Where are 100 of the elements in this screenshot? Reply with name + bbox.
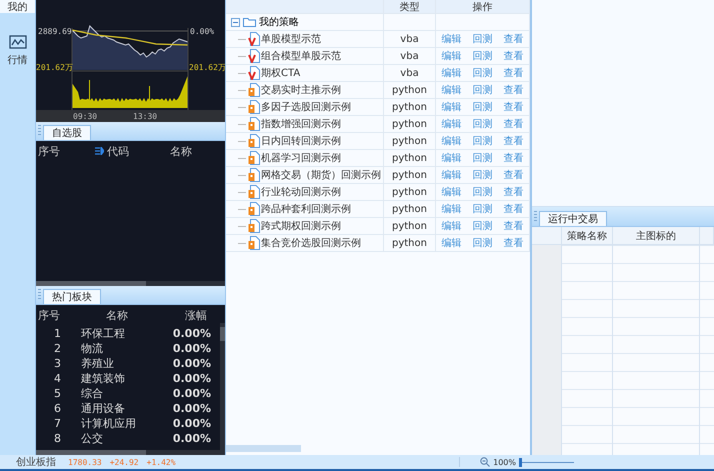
- strategy-type: python: [392, 170, 427, 180]
- action-link[interactable]: 回测: [472, 117, 492, 131]
- strategy-name[interactable]: 跨式期权回测示例: [261, 219, 341, 233]
- scrollbar[interactable]: [36, 450, 225, 455]
- action-link[interactable]: 查看: [504, 32, 524, 46]
- strategy-name[interactable]: 多因子选股回测示例: [261, 100, 351, 114]
- sort-icon[interactable]: [95, 145, 104, 158]
- index-change: +24.92: [110, 458, 139, 466]
- action-link[interactable]: 查看: [504, 219, 524, 233]
- strategy-name[interactable]: 网格交易（期货）回测示例: [261, 168, 381, 182]
- strategy-name[interactable]: 集合竞价选股回测示例: [261, 236, 361, 250]
- action-link[interactable]: 查看: [504, 202, 524, 216]
- action-link[interactable]: 查看: [504, 49, 524, 63]
- panel-tab[interactable]: 运行中交易: [539, 211, 607, 226]
- script-file-icon: [248, 236, 260, 250]
- strategy-name[interactable]: 日内回转回测示例: [261, 134, 341, 148]
- row-number: 7: [54, 417, 61, 430]
- script-file-icon: [248, 66, 260, 80]
- column-header[interactable]: 涨幅: [185, 309, 207, 322]
- sector-name: 公交: [80, 432, 103, 445]
- action-link[interactable]: 查看: [504, 117, 524, 131]
- nav-item[interactable]: 我的: [0, 0, 35, 13]
- action-link[interactable]: 编辑: [442, 83, 462, 97]
- column-header[interactable]: 序号: [38, 309, 60, 322]
- strategy-type: python: [392, 204, 427, 214]
- slider-thumb[interactable]: [519, 458, 522, 466]
- grip-icon[interactable]: [38, 125, 41, 137]
- column-header: 主图标的: [636, 230, 676, 242]
- strategy-name[interactable]: 交易实时主推示例: [261, 83, 341, 97]
- strategy-name[interactable]: 行业轮动回测示例: [261, 185, 341, 199]
- action-link[interactable]: 编辑: [442, 117, 462, 131]
- sector-name: 通用设备: [80, 402, 125, 415]
- action-link[interactable]: 查看: [504, 151, 524, 165]
- action-link[interactable]: 回测: [472, 83, 492, 97]
- action-link[interactable]: 回测: [472, 219, 492, 233]
- collapse-icon[interactable]: [231, 18, 240, 26]
- action-link[interactable]: 编辑: [442, 202, 462, 216]
- strategy-name[interactable]: 跨品种套利回测示例: [261, 202, 351, 216]
- action-link[interactable]: 查看: [504, 83, 524, 97]
- panel-tab[interactable]: 自选股: [43, 125, 91, 140]
- column-header[interactable]: 代码: [107, 145, 130, 158]
- action-link[interactable]: 回测: [472, 32, 492, 46]
- row-number: 1: [54, 327, 61, 340]
- sector-change: 0.00%: [172, 372, 211, 385]
- action-link[interactable]: 查看: [504, 168, 524, 182]
- action-link[interactable]: 编辑: [442, 49, 462, 63]
- action-link[interactable]: 查看: [504, 100, 524, 114]
- scrollbar[interactable]: [220, 323, 225, 450]
- action-link[interactable]: 编辑: [442, 134, 462, 148]
- sector-name: 环保工程: [80, 327, 125, 340]
- strategy-name[interactable]: 期权CTA: [261, 66, 300, 80]
- action-link[interactable]: 回测: [472, 168, 492, 182]
- action-link[interactable]: 查看: [504, 66, 524, 80]
- row-number: 6: [54, 402, 61, 415]
- action-link[interactable]: 回测: [472, 151, 492, 165]
- action-link[interactable]: 编辑: [442, 185, 462, 199]
- strategy-name[interactable]: 指数增强回测示例: [261, 117, 341, 131]
- action-link[interactable]: 回测: [472, 236, 492, 250]
- scrollbar[interactable]: [36, 281, 225, 286]
- column-header[interactable]: 名称: [170, 145, 192, 158]
- action-link[interactable]: 查看: [504, 236, 524, 250]
- scrollbar[interactable]: [226, 445, 301, 452]
- action-link[interactable]: 回测: [472, 202, 492, 216]
- strategy-name[interactable]: 机器学习回测示例: [261, 151, 341, 165]
- action-link[interactable]: 回测: [472, 49, 492, 63]
- strategy-type: vba: [400, 34, 419, 44]
- nav-item[interactable]: 行情: [0, 13, 35, 71]
- strategy-name[interactable]: 组合模型单股示范: [261, 49, 341, 63]
- action-link[interactable]: 编辑: [442, 32, 462, 46]
- script-file-icon: [248, 185, 260, 199]
- zoom-out-icon[interactable]: [480, 457, 490, 467]
- strategy-type: python: [392, 220, 427, 232]
- strategy-name[interactable]: 单股模型示范: [261, 32, 321, 46]
- action-link[interactable]: 编辑: [442, 66, 462, 80]
- action-link[interactable]: 回测: [472, 134, 492, 148]
- script-file-icon: [248, 151, 260, 165]
- action-link[interactable]: 编辑: [442, 151, 462, 165]
- panel-tab[interactable]: 热门板块: [43, 289, 101, 304]
- script-file-icon: [248, 202, 260, 216]
- action-link[interactable]: 回测: [472, 100, 492, 114]
- action-link[interactable]: 编辑: [442, 219, 462, 233]
- volume-label: 201.62万: [36, 63, 73, 72]
- action-link[interactable]: 查看: [504, 185, 524, 199]
- action-link[interactable]: 回测: [472, 185, 492, 199]
- script-file-icon: [248, 83, 260, 97]
- tree-node-label[interactable]: 我的策略: [259, 15, 299, 29]
- action-link[interactable]: 查看: [504, 134, 524, 148]
- index-name: 创业板指: [16, 456, 56, 469]
- sector-name: 物流: [80, 342, 103, 355]
- sector-change: 0.00%: [172, 417, 211, 430]
- column-header[interactable]: 名称: [106, 309, 128, 322]
- column-header[interactable]: 序号: [38, 145, 60, 158]
- action-link[interactable]: 编辑: [442, 168, 462, 182]
- grip-icon[interactable]: [534, 211, 537, 223]
- action-link[interactable]: 编辑: [442, 236, 462, 250]
- zoom-level: 100%: [493, 458, 516, 466]
- action-link[interactable]: 编辑: [442, 100, 462, 114]
- action-link[interactable]: 回测: [472, 66, 492, 80]
- grip-icon[interactable]: [38, 289, 41, 301]
- sector-change: 0.00%: [172, 387, 211, 400]
